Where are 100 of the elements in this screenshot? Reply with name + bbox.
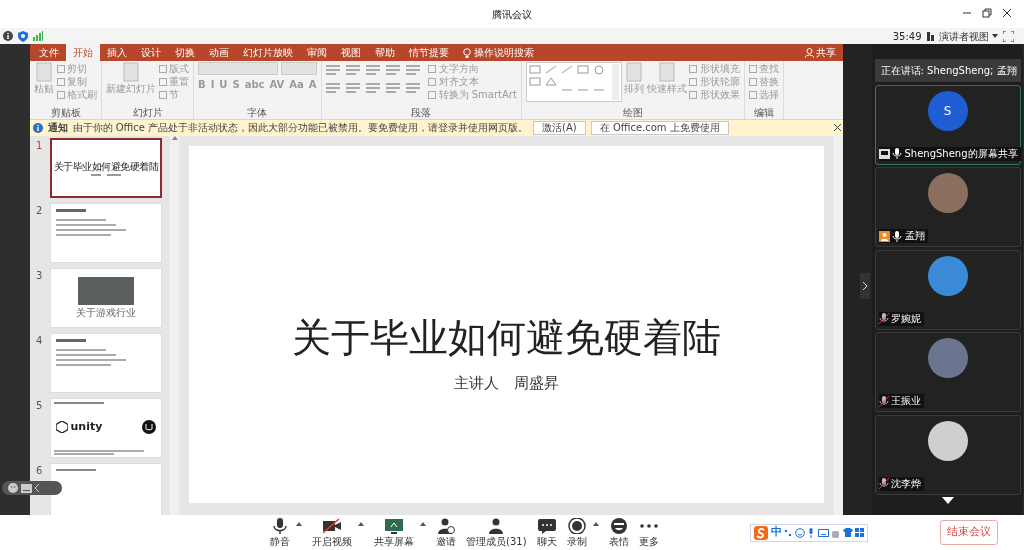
s-logo-icon — [754, 525, 768, 540]
video-tile[interactable]: 罗婉妮 — [874, 249, 1021, 330]
caret-icon — [991, 34, 998, 38]
slide-number: 4 — [35, 334, 44, 349]
face-icon[interactable] — [8, 483, 18, 493]
timer: 35:49 — [892, 29, 922, 44]
ribbon-button[interactable]: 新建幻灯片 — [106, 62, 156, 107]
slide-thumbnail[interactable] — [50, 463, 162, 515]
ribbon-tab[interactable]: 情节提要 — [402, 44, 456, 61]
ribbon-button[interactable]: 转换为 SmartArt — [428, 88, 517, 101]
video-tile[interactable]: S ShengSheng的屏幕共享 — [874, 84, 1021, 165]
slide-thumbnail[interactable]: 关于游戏行业 — [50, 268, 162, 329]
share-button[interactable]: 共享 — [797, 44, 843, 61]
collapse-handle[interactable] — [860, 273, 870, 299]
toolbar-button[interactable]: 静音 — [270, 517, 290, 548]
ribbon-button[interactable]: 复制 — [56, 75, 97, 88]
toolbar-button[interactable]: 管理成员(31) — [466, 517, 527, 548]
participant-name: 沈李烨 — [891, 476, 921, 491]
caret-up-icon[interactable] — [296, 521, 302, 526]
slide-thumbnail[interactable] — [50, 203, 162, 264]
toolbar-button[interactable]: 邀请 — [436, 517, 456, 548]
ribbon-button[interactable]: 版式 — [158, 62, 189, 75]
ribbon-tab[interactable]: 设计 — [134, 44, 168, 61]
bar-chart-icon — [926, 31, 937, 41]
person-icon — [804, 47, 814, 58]
scrollbar[interactable] — [834, 135, 843, 515]
microphone-icon — [271, 517, 289, 534]
ribbon-button[interactable]: 对齐文本 — [428, 75, 517, 88]
square-icon — [428, 64, 437, 73]
ribbon-tab[interactable]: 动画 — [202, 44, 236, 61]
toolbar-button[interactable]: 表情 — [608, 517, 629, 548]
avatar-circle: S — [927, 90, 968, 131]
notice-title: 通知 — [47, 120, 68, 135]
video-tile[interactable]: 沈李烨 — [874, 414, 1021, 495]
scroll-down-icon[interactable] — [941, 497, 954, 504]
ribbon-button[interactable]: 形状效果 — [689, 88, 740, 101]
monitor-icon — [878, 148, 890, 159]
caret-up-icon[interactable] — [358, 521, 364, 526]
ribbon-button[interactable]: 查找 — [748, 62, 780, 75]
document-icon — [122, 62, 140, 82]
ribbon-tab[interactable]: 幻灯片放映 — [236, 44, 300, 61]
caret-up-icon[interactable] — [420, 521, 426, 526]
square-icon — [748, 77, 757, 86]
ribbon-button[interactable]: 格式刷 — [56, 88, 97, 101]
end-meeting-button[interactable]: 结束会议 — [940, 520, 998, 545]
ribbon-button[interactable]: 替换 — [748, 75, 780, 88]
square-icon — [158, 64, 167, 73]
video-tile[interactable]: 孟翔 — [874, 167, 1021, 247]
chevron-left-icon[interactable] — [34, 484, 40, 492]
notice-button[interactable]: 在 Office.com 上免费使用 — [590, 120, 729, 135]
keyboard-icon — [817, 528, 829, 537]
close-icon[interactable] — [833, 124, 841, 132]
ribbon-button[interactable]: 剪切 — [56, 62, 97, 75]
ribbon-tab[interactable]: 切换 — [168, 44, 202, 61]
slide-number: 5 — [35, 399, 44, 414]
ribbon-tab[interactable]: 审阅 — [300, 44, 334, 61]
font-size-field[interactable] — [280, 62, 317, 75]
ribbon-button[interactable]: 快速样式 — [646, 62, 687, 107]
record-icon — [567, 517, 586, 534]
ribbon-group-label: 剪贴板 — [49, 106, 82, 119]
ribbon-button[interactable]: 文字方向 — [428, 62, 517, 75]
notice-button[interactable]: 激活(A) — [533, 120, 586, 135]
scrollbar[interactable] — [170, 135, 179, 515]
ime-toolbar[interactable]: 中 — [750, 523, 868, 542]
slide-thumbnail[interactable]: unity — [50, 398, 162, 459]
presenter-view-button[interactable]: 演讲者视图 — [926, 30, 998, 42]
participant-name: 孟翔 — [904, 229, 925, 243]
toolbar-button[interactable]: 开启视频 — [312, 517, 352, 548]
ribbon-tab[interactable]: 插入 — [100, 44, 134, 61]
caret-up-icon[interactable] — [592, 521, 599, 526]
toolbar-button[interactable]: 录制 — [566, 517, 587, 548]
shirt-icon — [842, 528, 853, 537]
keyboard-icon[interactable] — [20, 483, 32, 493]
restore-icon[interactable] — [982, 8, 992, 18]
smiley-icon — [794, 527, 805, 538]
ribbon-search[interactable]: 操作说明搜索 — [456, 44, 541, 61]
shield-icon[interactable] — [17, 30, 28, 42]
ribbon-button[interactable]: 形状填充 — [689, 62, 740, 75]
ribbon-button[interactable]: 选择 — [748, 88, 780, 101]
slide-number: 1 — [35, 139, 44, 154]
square-icon — [689, 77, 698, 86]
ribbon-button[interactable]: 排列 — [624, 62, 645, 107]
slide-thumbnail[interactable] — [50, 333, 162, 394]
video-tile[interactable]: 王振业 — [874, 332, 1021, 412]
ribbon-tab[interactable]: 文件 — [32, 44, 66, 61]
ribbon-button[interactable]: 形状轮廓 — [689, 75, 740, 88]
fullscreen-icon[interactable] — [1002, 30, 1014, 42]
toolbar-button[interactable]: 共享屏幕 — [374, 517, 414, 548]
ribbon-tab[interactable]: 视图 — [334, 44, 368, 61]
font-name-field[interactable] — [198, 62, 278, 75]
info-icon[interactable] — [2, 31, 13, 41]
ribbon-button[interactable]: 重置 — [158, 75, 189, 88]
close-icon[interactable] — [1002, 8, 1012, 18]
slide-thumbnail[interactable]: 关于毕业如何避免硬着陆 — [50, 138, 162, 199]
toolbar-button[interactable]: 聊天 — [536, 517, 557, 548]
ribbon-tab[interactable]: 开始 — [66, 44, 100, 61]
ribbon-tab[interactable]: 帮助 — [368, 44, 402, 61]
toolbar-button[interactable]: 更多 — [638, 517, 659, 548]
square-icon — [748, 64, 757, 73]
ribbon-button[interactable]: 粘贴 — [34, 62, 54, 107]
